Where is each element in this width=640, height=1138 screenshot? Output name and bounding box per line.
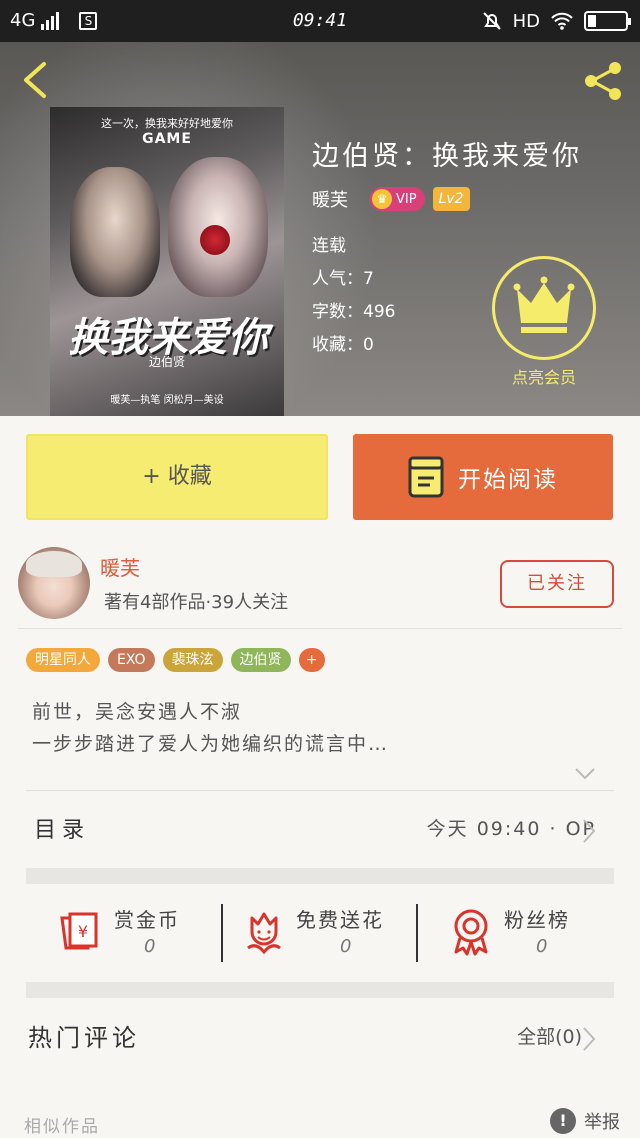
cover-tagline: 这一次，换我来好好地爱你 xyxy=(101,117,233,130)
toc-latest-update: 今天 09:40 · OP xyxy=(426,818,596,840)
send-flower-value: 0 xyxy=(340,936,352,957)
send-flower-button[interactable]: 免费送花 0 xyxy=(240,900,410,970)
exclamation-icon: ! xyxy=(550,1108,576,1134)
divider xyxy=(26,790,614,791)
flower-icon xyxy=(247,912,281,955)
cover-subtitle: 边伯贤 xyxy=(148,355,185,369)
status-bar: 4G S 09:41 HD xyxy=(0,0,640,42)
back-arrow-icon[interactable] xyxy=(20,60,50,100)
svg-text:¥: ¥ xyxy=(78,922,88,941)
divider xyxy=(221,904,223,962)
chevron-right-icon xyxy=(583,819,596,843)
chevron-right-icon[interactable] xyxy=(582,1026,596,1052)
synopsis-line: 一步步踏进了爱人为她编织的谎言中… xyxy=(32,733,390,755)
toc-label: 目录 xyxy=(34,818,91,843)
crown-icon: ♛ xyxy=(372,189,392,209)
synopsis-line: 前世，吴念安遇人不淑 xyxy=(32,701,243,723)
mute-icon xyxy=(482,12,501,30)
vip-badge: ♛ VIP xyxy=(370,187,425,211)
book-cover[interactable]: 这一次，换我来好好地爱你 GAME 换我来爱你 边伯贤 暖芙—执笔 闵松月—美设 xyxy=(50,107,284,416)
tag-list: 明星同人 EXO 裴珠泫 边伯贤 + xyxy=(26,648,325,672)
report-label: 举报 xyxy=(584,1112,620,1133)
book-word-count: 字数：496 xyxy=(312,302,396,322)
follow-button[interactable]: 已关注 xyxy=(500,560,614,608)
book-favorites: 收藏：0 xyxy=(312,335,374,355)
add-tag-button[interactable]: + xyxy=(298,648,325,672)
status-right: HD xyxy=(481,10,631,32)
book-icon xyxy=(408,456,444,498)
book-author[interactable]: 暖芙 xyxy=(312,186,348,212)
red-envelope-icon: ¥ xyxy=(60,912,98,950)
tag-item[interactable]: 边伯贤 xyxy=(230,648,291,672)
tag-item[interactable]: 明星同人 xyxy=(26,648,100,672)
author-avatar[interactable] xyxy=(18,547,90,619)
book-stats: 连载 人气：7 字数：496 收藏：0 xyxy=(312,230,395,362)
tag-item[interactable]: EXO xyxy=(108,648,155,672)
cover-rose xyxy=(200,225,230,255)
book-title: 边伯贤：换我来爱你 xyxy=(312,141,582,172)
wifi-icon xyxy=(551,12,573,30)
award-ribbon-icon xyxy=(454,909,488,956)
all-comments-link[interactable]: 全部(0) xyxy=(517,1022,582,1049)
similar-works-label: 相似作品 xyxy=(24,1117,100,1137)
chevron-down-icon[interactable] xyxy=(572,760,598,786)
synopsis: 前世，吴念安遇人不淑 一步步踏进了爱人为她编织的谎言中… xyxy=(32,696,389,760)
author-meta: 著有4部作品·39人关注 xyxy=(104,592,289,613)
book-status: 连载 xyxy=(312,236,346,256)
cover-credit: 暖芙—执笔 闵松月—美设 xyxy=(110,395,224,406)
divider xyxy=(416,904,418,962)
book-header: 这一次，换我来好好地爱你 GAME 换我来爱你 边伯贤 暖芙—执笔 闵松月—美设… xyxy=(0,42,640,416)
member-label[interactable]: 点亮会员 xyxy=(486,364,602,388)
send-flower-label: 免费送花 xyxy=(296,908,384,932)
share-icon[interactable] xyxy=(580,58,626,104)
cover-game-text: GAME xyxy=(142,131,192,147)
battery-icon xyxy=(584,11,631,31)
section-separator xyxy=(26,982,614,998)
cover-figure-left xyxy=(70,167,160,297)
reward-coins-label: 赏金币 xyxy=(114,908,180,932)
book-popularity: 人气：7 xyxy=(312,269,374,289)
author-row: 暖芙 ♛ VIP Lv2 xyxy=(312,186,470,212)
tag-item[interactable]: 裴珠泫 xyxy=(162,648,223,672)
reward-coins-button[interactable]: ¥ 赏金币 0 xyxy=(52,900,212,970)
start-reading-label: 开始阅读 xyxy=(458,467,558,493)
hd-label: HD xyxy=(512,10,540,32)
vip-label: VIP xyxy=(396,191,417,207)
start-reading-button[interactable]: 开始阅读 xyxy=(353,434,613,520)
reward-coins-value: 0 xyxy=(144,936,156,957)
fan-ranking-label: 粉丝榜 xyxy=(504,908,570,932)
favorite-button[interactable]: + 收藏 xyxy=(26,434,328,520)
member-button[interactable] xyxy=(492,256,596,360)
report-button[interactable]: ! 举报 xyxy=(550,1108,620,1134)
hot-comments-label: 热门评论 xyxy=(28,1024,140,1052)
fan-ranking-button[interactable]: 粉丝榜 0 xyxy=(446,900,596,970)
section-separator xyxy=(26,868,614,884)
author-name[interactable]: 暖芙 xyxy=(100,552,140,581)
crown-icon xyxy=(513,276,575,333)
level-badge: Lv2 xyxy=(432,187,470,211)
fan-ranking-value: 0 xyxy=(536,936,548,957)
divider xyxy=(18,628,622,629)
